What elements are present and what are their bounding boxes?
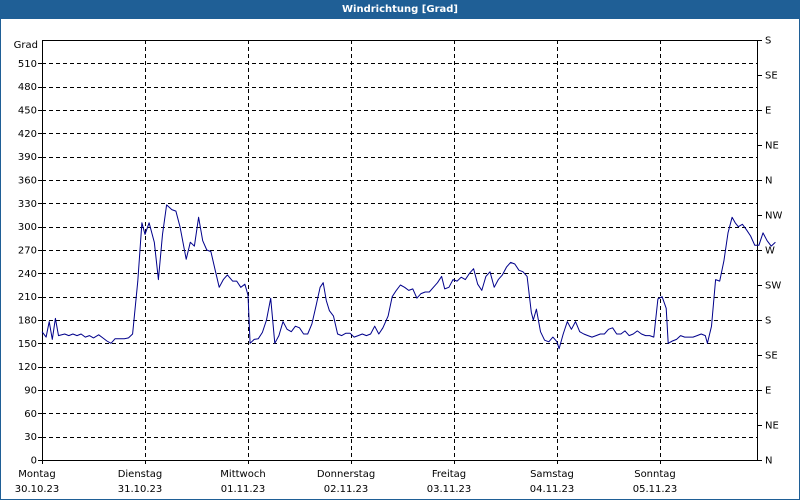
x-tick-label-date: 03.11.23 — [427, 484, 472, 495]
y-tick-label: 0 — [31, 456, 37, 467]
right-axis-label: S — [765, 316, 771, 327]
y-tick-label: 300 — [18, 222, 37, 233]
y-tick-label: 210 — [18, 292, 37, 303]
x-tick-label-date: 04.11.23 — [530, 484, 575, 495]
right-axis-label: W — [765, 246, 775, 257]
y-tick-label: 390 — [18, 152, 37, 163]
y-tick-label: 60 — [24, 409, 37, 420]
right-axis-label: SE — [765, 71, 778, 82]
right-axis-label: NW — [765, 211, 782, 222]
x-tick-label-date: 01.11.23 — [221, 484, 266, 495]
x-tick-label-date: 30.10.23 — [15, 484, 60, 495]
right-axis-label: E — [765, 106, 771, 117]
y-axis-label: Grad — [14, 40, 38, 51]
x-tick-label-date: 02.11.23 — [324, 484, 369, 495]
right-axis-label: N — [765, 456, 772, 467]
y-tick-label: 120 — [18, 362, 37, 373]
y-tick-label: 480 — [18, 82, 37, 93]
y-tick-label: 180 — [18, 316, 37, 327]
right-axis-label: SW — [765, 281, 781, 292]
series-line-windrichtung — [41, 204, 776, 350]
x-tick-label-day: Mittwoch — [220, 469, 265, 480]
right-axis-label: N — [765, 176, 772, 187]
y-tick-label: 450 — [18, 106, 37, 117]
right-axis-label: NE — [765, 421, 779, 432]
y-tick-label: 150 — [18, 339, 37, 350]
x-tick-label-day: Freitag — [432, 469, 466, 480]
y-tick-label: 240 — [18, 269, 37, 280]
y-tick-label: 330 — [18, 199, 37, 210]
y-tick-label: 510 — [18, 59, 37, 70]
x-tick-label-day: Donnerstag — [317, 469, 375, 480]
right-axis-label: SE — [765, 351, 778, 362]
y-tick-label: 30 — [24, 432, 37, 443]
y-tick-label: 420 — [18, 129, 37, 140]
right-axis-label: E — [765, 386, 771, 397]
right-axis-label: S — [765, 36, 771, 47]
x-tick-label-day: Montag — [18, 469, 55, 480]
x-tick-label-day: Sonntag — [634, 469, 676, 480]
right-axis-label: NE — [765, 141, 779, 152]
y-tick-label: 270 — [18, 246, 37, 257]
x-tick-label-day: Samstag — [530, 469, 574, 480]
y-tick-label: 360 — [18, 176, 37, 187]
y-tick-label: 90 — [24, 386, 37, 397]
x-tick-label-date: 31.10.23 — [118, 484, 163, 495]
wind-direction-chart: 0 30 60 90 120 150 180 210 240 270 300 330 360 390 420… — [14, 36, 783, 496]
x-tick-label-day: Dienstag — [118, 469, 163, 480]
x-tick-label-date: 05.11.23 — [633, 484, 678, 495]
